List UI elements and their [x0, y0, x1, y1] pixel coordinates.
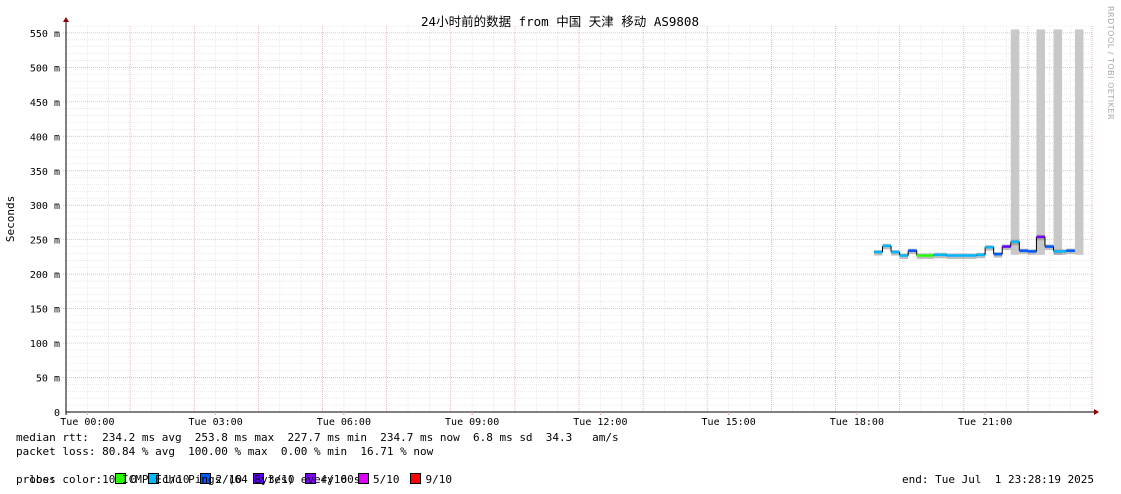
y-tick-label: 200 m: [30, 270, 60, 281]
x-tick-labels: Tue 00:00 Tue 03:00 Tue 06:00 Tue 09:00 Tue …: [60, 412, 1012, 428]
loss-color-item: 9/10: [410, 473, 452, 486]
median-rtt-line: median rtt: 234.2 ms avg 253.8 ms max 22…: [16, 431, 619, 444]
y-axis-label: Seconds: [4, 196, 17, 242]
loss-color-value: 5/10: [372, 473, 400, 486]
x-tick-label: Tue 03:00: [189, 417, 243, 428]
x-tick-label: Tue 12:00: [573, 417, 627, 428]
loss-bar: [1074, 29, 1084, 255]
y-tick-label: 550 m: [30, 29, 60, 40]
y-axis-arrow: [63, 17, 69, 22]
y-tick-label: 0: [54, 408, 60, 419]
y-tick-label: 500 m: [30, 63, 60, 74]
x-tick-label: Tue 00:00: [60, 417, 114, 428]
y-tick-label: 100 m: [30, 339, 60, 350]
x-tick-label: Tue 06:00: [317, 417, 371, 428]
y-tick-label: 50 m: [36, 374, 60, 385]
y-tick-label: 450 m: [30, 98, 60, 109]
x-tick-label: Tue 18:00: [830, 417, 884, 428]
loss-bar: [1036, 29, 1045, 255]
chart-title: 24小时前的数据 from 中国 天津 移动 AS9808: [421, 14, 699, 29]
loss-bars: [1010, 29, 1084, 255]
latency-chart: 0 50 m 100 m 150 m 200 m 250 m 300 m 350 m 400 m…: [4, 14, 1099, 428]
y-tick-label: 400 m: [30, 132, 60, 143]
loss-bar: [1010, 29, 1020, 255]
end-time: end: Tue Jul 1 23:28:19 2025: [902, 473, 1095, 486]
y-tick-label: 150 m: [30, 305, 60, 316]
grid-lines: [63, 25, 1093, 412]
loss-bar: [1053, 29, 1063, 255]
y-tick-label: 300 m: [30, 201, 60, 212]
packet-loss-line: packet loss: 80.84 % avg 100.00 % max 0.…: [16, 445, 434, 458]
x-tick-label: Tue 15:00: [702, 417, 756, 428]
y-tick-labels: 0 50 m 100 m 150 m 200 m 250 m 300 m 350 m 400 m…: [30, 29, 60, 419]
x-tick-label: Tue 21:00: [958, 417, 1012, 428]
rrdtool-watermark: RRDTOOL / TOBI OETIKER: [1106, 6, 1115, 121]
axes: [63, 17, 1099, 415]
x-tick-label: Tue 09:00: [445, 417, 499, 428]
y-tick-label: 350 m: [30, 167, 60, 178]
probe-line: probe: 10 ICMP Echo Pings (64 Bytes) eve…: [16, 473, 361, 486]
loss-color-swatch: [410, 473, 422, 484]
x-axis-arrow: [1094, 409, 1099, 415]
loss-color-item: 5/10: [357, 473, 400, 486]
y-tick-label: 250 m: [30, 236, 60, 247]
loss-color-value: 9/10: [425, 473, 452, 486]
